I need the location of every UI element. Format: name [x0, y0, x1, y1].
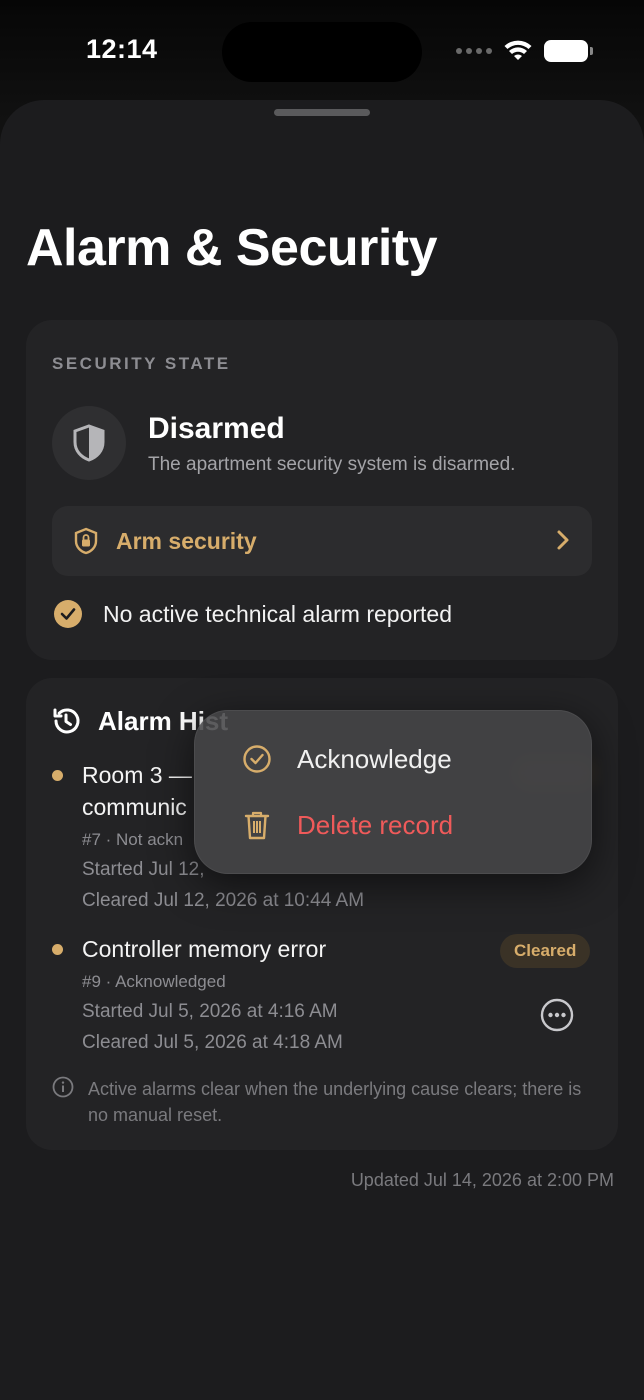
- alarm-title-line2[interactable]: communic: [82, 791, 187, 823]
- menu-item-acknowledge[interactable]: Acknowledge: [241, 743, 452, 775]
- alarm-status-dot: [52, 770, 63, 781]
- info-note: Active alarms clear when the underlying …: [52, 1076, 588, 1128]
- alarm-status-dot: [52, 944, 63, 955]
- menu-item-label: Delete record: [297, 809, 454, 840]
- shield-lock-icon: [74, 527, 98, 555]
- alarm-meta: #9 · Acknowledged: [82, 972, 226, 991]
- arm-security-button[interactable]: Arm security: [52, 506, 592, 576]
- status-badge: Cleared: [500, 934, 591, 968]
- trash-icon: [241, 809, 273, 841]
- section-label: SECURITY STATE: [52, 354, 231, 373]
- alarm-cleared: Cleared Jul 5, 2026 at 4:18 AM: [82, 1032, 343, 1053]
- checkmark-circle-icon: [241, 743, 273, 775]
- technical-alarm-status: No active technical alarm reported: [54, 600, 452, 628]
- sheet-grabber[interactable]: [274, 109, 370, 116]
- arm-security-label: Arm security: [116, 527, 257, 554]
- status-icons: [456, 40, 593, 62]
- cellular-dots-icon: [456, 48, 492, 54]
- last-updated: Updated Jul 14, 2026 at 2:00 PM: [350, 1170, 614, 1190]
- page-title: Alarm & Security: [26, 219, 438, 277]
- dynamic-island: [222, 22, 422, 82]
- history-clock-icon: [50, 705, 82, 737]
- checkmark-circle-icon: [54, 600, 82, 628]
- alarm-title[interactable]: Controller memory error: [82, 933, 326, 965]
- info-icon: [52, 1076, 74, 1128]
- alarm-title[interactable]: Room 3 —: [82, 759, 192, 791]
- chevron-right-icon: [556, 529, 570, 551]
- menu-item-label: Acknowledge: [297, 743, 452, 774]
- menu-item-delete-record[interactable]: Delete record: [241, 809, 453, 841]
- alarm-cleared: Cleared Jul 12, 2026 at 10:44 AM: [82, 890, 365, 911]
- alarm-meta: #7 · Not ackn: [82, 830, 184, 849]
- security-state-card: SECURITY STATE Disarmed The apartment se…: [26, 320, 618, 660]
- info-note-text: Active alarms clear when the underlying …: [88, 1079, 582, 1125]
- alarm-started: Started Jul 12,: [82, 859, 205, 880]
- security-state-subtitle: The apartment security system is disarme…: [148, 454, 516, 475]
- battery-icon: [544, 40, 593, 62]
- alarm-started: Started Jul 5, 2026 at 4:16 AM: [82, 1001, 338, 1022]
- wifi-icon: [504, 40, 532, 60]
- shield-icon: [52, 406, 126, 480]
- context-menu: Acknowledge Delete record: [194, 710, 592, 874]
- more-options-icon[interactable]: [540, 998, 574, 1032]
- status-time: 12:14: [86, 34, 158, 64]
- screen: 12:14 Alarm & Security SECURITY STATE Di…: [0, 0, 644, 1400]
- technical-alarm-text: No active technical alarm reported: [103, 600, 452, 627]
- security-state-title: Disarmed: [148, 412, 285, 445]
